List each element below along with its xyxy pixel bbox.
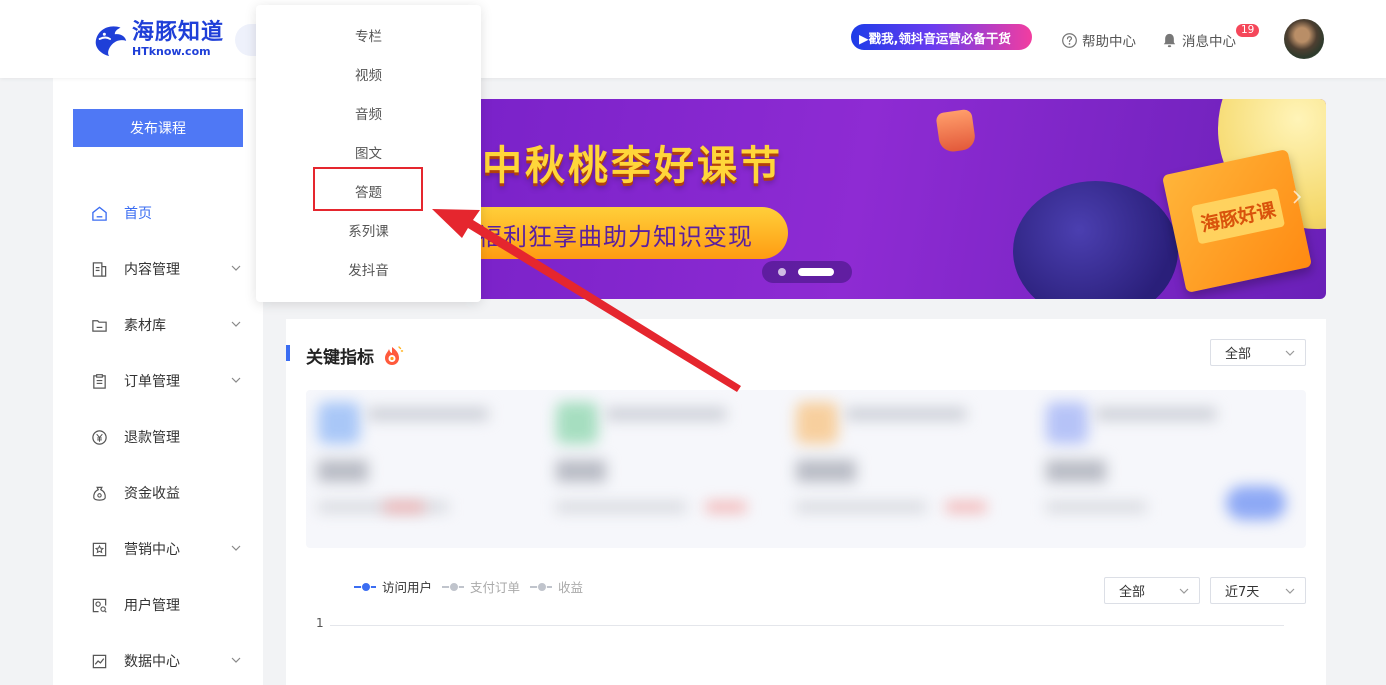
legend-label: 访问用户: [382, 580, 433, 595]
sidebar-item-label: 数据中心: [124, 654, 180, 670]
clipboard-icon: [93, 373, 106, 389]
chevron-down-icon: [231, 265, 241, 271]
sidebar-item-label: 内容管理: [124, 262, 180, 278]
chevron-down-icon: [231, 321, 241, 327]
y-axis-tick: 1: [316, 616, 324, 630]
carousel-indicator[interactable]: [762, 261, 852, 283]
user-avatar[interactable]: [1284, 19, 1324, 59]
help-center-link[interactable]: 帮助中心: [1061, 30, 1136, 50]
sidebar-item-home[interactable]: 首页: [91, 201, 251, 225]
sidebar-item-label: 退款管理: [124, 430, 180, 446]
highlight-box: [313, 167, 423, 211]
section-title-text: 关键指标: [306, 348, 374, 368]
banner-title: 中秋桃李好课节: [482, 143, 783, 189]
dropdown-item-video[interactable]: 视频: [256, 64, 481, 84]
legend-label: 收益: [558, 580, 584, 595]
moneybag-icon: [93, 486, 106, 501]
book-decoration: 海豚好课: [1161, 149, 1313, 293]
logo-name-en: HTknow.com: [132, 44, 211, 58]
sidebar-item-library[interactable]: 素材库: [91, 313, 251, 337]
key-metrics-card: 关键指标 全部 访问用户 支付订单 收益 全部 近7天 1: [286, 319, 1326, 685]
section-marker: [286, 345, 290, 361]
book-label: 海豚好课: [1190, 187, 1286, 245]
dropdown-item-douyin[interactable]: 发抖音: [256, 259, 481, 279]
promo-carousel[interactable]: 中秋桃李好课节 福利狂享曲助力知识变现 海豚好课: [478, 99, 1326, 299]
chevron-down-icon: [231, 377, 241, 383]
bell-icon: [1163, 33, 1176, 47]
home-icon: [92, 206, 107, 221]
folder-icon: [92, 319, 107, 332]
legend-label: 支付订单: [470, 580, 521, 595]
star-badge-icon: [92, 542, 107, 556]
top-header: 海豚知道 HTknow.com ▶戳我,领抖音运营必备干货 帮助中心 消息中心 …: [0, 0, 1386, 78]
dolphin-logo-icon: [95, 26, 127, 57]
sidebar-item-earnings[interactable]: 资金收益: [91, 481, 251, 505]
sidebar-item-refunds[interactable]: 退款管理: [91, 425, 251, 449]
carousel-dot-active[interactable]: [798, 268, 834, 276]
message-center-link[interactable]: 消息中心 19: [1161, 24, 1260, 50]
chevron-down-icon: [1285, 588, 1295, 594]
chevron-right-icon[interactable]: [1290, 187, 1304, 207]
chevron-down-icon: [1285, 350, 1295, 356]
legend-item-revenue[interactable]: 收益: [530, 577, 583, 596]
chart-icon: [92, 654, 107, 668]
dropdown-item-series[interactable]: 系列课: [256, 220, 481, 240]
carousel-dot[interactable]: [778, 268, 786, 276]
sidebar-item-label: 用户管理: [124, 598, 180, 614]
yen-icon: [92, 429, 107, 445]
banner-subtitle: 福利狂享曲助力知识变现: [478, 223, 753, 251]
fire-sticker-icon: [385, 345, 404, 365]
publish-type-dropdown: 专栏 视频 音频 图文 答题 系列课 发抖音: [256, 5, 481, 302]
sidebar-item-orders[interactable]: 订单管理: [91, 369, 251, 393]
logo[interactable]: 海豚知道 HTknow.com: [92, 20, 224, 58]
sidebar-item-label: 营销中心: [124, 542, 180, 558]
metrics-panel-blurred: [306, 390, 1306, 548]
planet-decoration: [1013, 181, 1178, 299]
message-count-badge: 19: [1236, 24, 1260, 37]
sidebar: 发布课程 首页 内容管理 素材库 订单管理 退款管理 资金收益 营销中心 用户管…: [53, 78, 263, 685]
chart-scope-value: 全部: [1119, 585, 1146, 600]
lantern-decoration: [935, 108, 977, 154]
section-title: 关键指标: [306, 343, 404, 368]
chart-legend: 访问用户 支付订单 收益: [354, 577, 593, 596]
help-center-label: 帮助中心: [1082, 34, 1136, 50]
chevron-down-icon: [231, 545, 241, 551]
chevron-down-icon: [231, 657, 241, 663]
sidebar-item-label: 订单管理: [124, 374, 180, 390]
legend-item-visitors[interactable]: 访问用户: [354, 577, 432, 596]
chart-scope-select[interactable]: 全部: [1104, 577, 1200, 604]
legend-item-orders[interactable]: 支付订单: [442, 577, 520, 596]
sidebar-item-content[interactable]: 内容管理: [91, 257, 251, 281]
chevron-down-icon: [1179, 588, 1189, 594]
scope-select-value: 全部: [1225, 347, 1252, 362]
promo-banner-button[interactable]: ▶戳我,领抖音运营必备干货: [851, 24, 1032, 50]
scope-select[interactable]: 全部: [1210, 339, 1306, 366]
dropdown-item-column[interactable]: 专栏: [256, 25, 481, 45]
sidebar-item-marketing[interactable]: 营销中心: [91, 537, 251, 561]
message-center-label: 消息中心: [1182, 34, 1236, 50]
period-select[interactable]: 近7天: [1210, 577, 1306, 604]
period-select-value: 近7天: [1225, 585, 1260, 600]
sidebar-item-label: 资金收益: [124, 486, 180, 502]
publish-course-button[interactable]: 发布课程: [73, 109, 243, 147]
logo-name-cn: 海豚知道: [132, 19, 225, 45]
dropdown-item-audio[interactable]: 音频: [256, 103, 481, 123]
sidebar-item-data[interactable]: 数据中心: [91, 649, 251, 673]
document-icon: [92, 261, 107, 277]
sidebar-item-label: 首页: [124, 206, 152, 222]
chart-gridline: [330, 625, 1284, 626]
help-icon: [1062, 32, 1077, 48]
dropdown-item-article[interactable]: 图文: [256, 142, 481, 162]
sidebar-item-label: 素材库: [124, 318, 166, 334]
user-card-icon: [92, 598, 107, 613]
sidebar-item-users[interactable]: 用户管理: [91, 593, 251, 617]
